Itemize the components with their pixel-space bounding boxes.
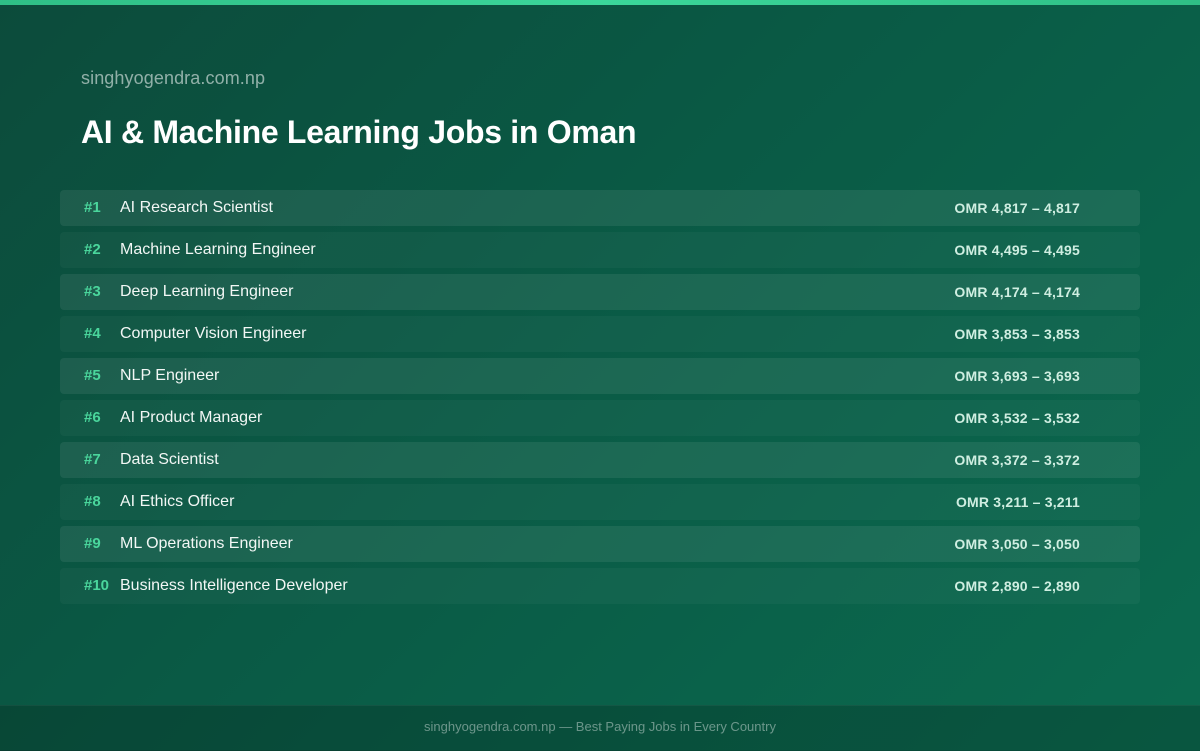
job-rank: #2 — [84, 241, 101, 258]
job-salary: OMR 4,495 – 4,495 — [954, 242, 1080, 258]
job-title: Deep Learning Engineer — [120, 283, 294, 300]
job-list: #1 AI Research Scientist OMR 4,817 – 4,8… — [60, 190, 1140, 610]
job-row: #7 Data Scientist OMR 3,372 – 3,372 — [60, 442, 1140, 478]
job-salary: OMR 3,372 – 3,372 — [954, 452, 1080, 468]
job-row: #9 ML Operations Engineer OMR 3,050 – 3,… — [60, 526, 1140, 562]
job-rank: #4 — [84, 325, 101, 342]
job-row: #1 AI Research Scientist OMR 4,817 – 4,8… — [60, 190, 1140, 226]
job-rank: #10 — [84, 577, 110, 594]
job-title: Business Intelligence Developer — [120, 577, 348, 594]
job-rank: #6 — [84, 409, 101, 426]
job-salary: OMR 3,693 – 3,693 — [954, 368, 1080, 384]
footer: singhyogendra.com.np — Best Paying Jobs … — [0, 705, 1200, 751]
job-row: #5 NLP Engineer OMR 3,693 – 3,693 — [60, 358, 1140, 394]
job-salary: OMR 2,890 – 2,890 — [954, 578, 1080, 594]
job-salary: OMR 4,174 – 4,174 — [954, 284, 1080, 300]
job-salary: OMR 4,817 – 4,817 — [954, 200, 1080, 216]
job-rank: #5 — [84, 367, 101, 384]
job-rank: #8 — [84, 493, 101, 510]
job-row: #8 AI Ethics Officer OMR 3,211 – 3,211 — [60, 484, 1140, 520]
footer-text: singhyogendra.com.np — Best Paying Jobs … — [424, 719, 776, 734]
job-title: Computer Vision Engineer — [120, 325, 307, 342]
accent-bar — [0, 0, 1200, 5]
job-title: NLP Engineer — [120, 367, 220, 384]
job-title: AI Research Scientist — [120, 199, 273, 216]
job-rank: #7 — [84, 451, 101, 468]
job-title: ML Operations Engineer — [120, 535, 293, 552]
job-rank: #1 — [84, 199, 101, 216]
job-row: #3 Deep Learning Engineer OMR 4,174 – 4,… — [60, 274, 1140, 310]
site-name: singhyogendra.com.np — [81, 68, 266, 88]
job-rank: #9 — [84, 535, 101, 552]
job-salary: OMR 3,050 – 3,050 — [954, 536, 1080, 552]
job-salary: OMR 3,211 – 3,211 — [955, 494, 1080, 510]
job-title: Machine Learning Engineer — [120, 241, 316, 258]
job-salary: OMR 3,853 – 3,853 — [954, 326, 1080, 342]
job-title: AI Product Manager — [120, 409, 263, 426]
job-row: #10 Business Intelligence Developer OMR … — [60, 568, 1140, 604]
page-title: AI & Machine Learning Jobs in Oman — [81, 114, 637, 150]
job-title: Data Scientist — [120, 451, 219, 468]
job-row: #2 Machine Learning Engineer OMR 4,495 –… — [60, 232, 1140, 268]
job-title: AI Ethics Officer — [120, 493, 235, 510]
job-salary: OMR 3,532 – 3,532 — [954, 410, 1080, 426]
job-rank: #3 — [84, 283, 101, 300]
job-row: #4 Computer Vision Engineer OMR 3,853 – … — [60, 316, 1140, 352]
job-row: #6 AI Product Manager OMR 3,532 – 3,532 — [60, 400, 1140, 436]
